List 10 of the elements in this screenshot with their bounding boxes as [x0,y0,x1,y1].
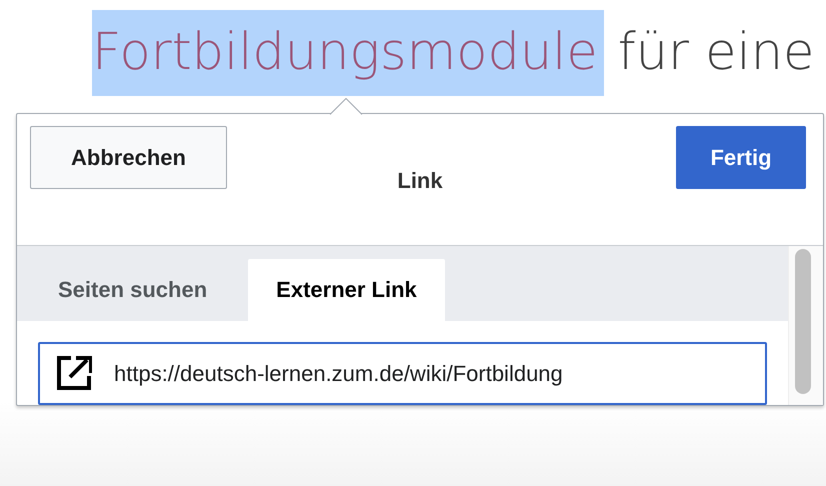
tab[interactable]: Externer Link [248,259,445,321]
done-button[interactable]: Fertig [676,126,806,189]
cancel-button[interactable]: Abbrechen [30,126,227,189]
url-field[interactable]: https://deutsch-lernen.zum.de/wiki/Fortbildung [38,342,767,405]
dialog-title: Link [397,168,443,193]
heading-text: für eine [618,22,814,84]
selected-heading-word: Fortbildungsmodule [92,10,604,96]
scrollbar[interactable] [788,246,823,405]
tab[interactable]: Seiten suchen [37,259,244,321]
external-link-icon [56,355,92,391]
